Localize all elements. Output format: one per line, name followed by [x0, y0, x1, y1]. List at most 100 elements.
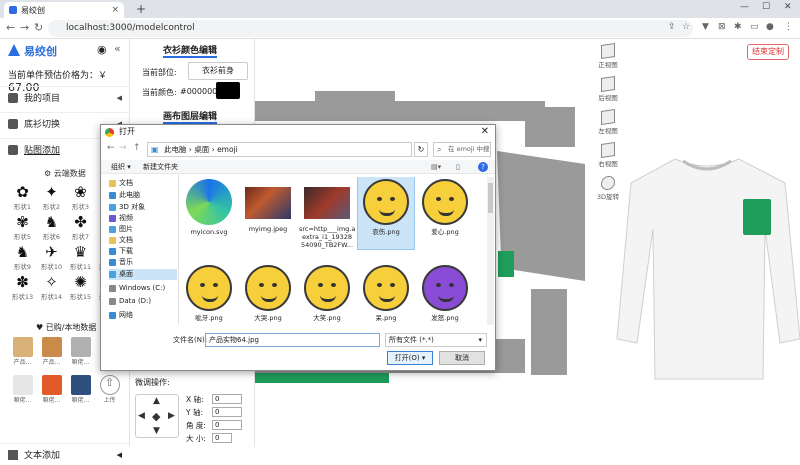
size-input[interactable]: 0 [212, 433, 232, 443]
cloud-shape-item[interactable]: ✿ 形状1 [8, 183, 37, 211]
organize-button[interactable]: 组织 ▾ [111, 160, 131, 174]
sidebar-icon[interactable]: ▭ [750, 22, 759, 32]
tree-item[interactable]: 下载 [109, 246, 133, 257]
filetype-select[interactable]: 所有文件 (*.*) ▾ [385, 333, 487, 347]
puzzle-icon[interactable]: ✱ [734, 22, 742, 32]
arrow-up-icon[interactable]: ▲ [153, 396, 160, 406]
arrow-left-icon[interactable]: ◀ [138, 411, 145, 421]
cloud-shape-item[interactable]: ✽ 形状13 [8, 273, 37, 301]
minimize-icon[interactable]: — [740, 2, 749, 12]
file-item[interactable]: 发怒.png [417, 263, 473, 325]
path-part[interactable]: emoji [217, 145, 238, 154]
arrow-down-icon[interactable]: ▼ [153, 426, 160, 436]
color-swatch[interactable] [216, 82, 240, 99]
file-item[interactable]: 爱心.png [417, 177, 473, 249]
cloud-shape-item[interactable]: ✈ 形状10 [37, 243, 66, 271]
cloud-shape-item[interactable]: ♛ 形状11 [66, 243, 95, 271]
browser-tab[interactable]: 易绞创 × [4, 2, 124, 18]
cloud-shape-item[interactable]: ✧ 形状14 [37, 273, 66, 301]
direction-pad[interactable]: ▲ ▼ ◀ ▶ ◆ [135, 394, 179, 438]
local-image-item[interactable]: 嘛佬... [8, 375, 37, 409]
part-field[interactable]: 衣衫前身 [188, 62, 248, 80]
file-item[interactable]: 大哭.png [240, 263, 296, 325]
file-item[interactable]: myicon.svg [181, 177, 237, 249]
file-item[interactable]: 呲牙.png [181, 263, 237, 325]
close-icon[interactable]: ✕ [481, 125, 489, 139]
file-item[interactable]: myimg.jpeg [240, 177, 296, 249]
upload-button[interactable]: ⇧ 上传 [95, 375, 124, 409]
arrow-right-icon[interactable]: ▶ [168, 411, 175, 421]
front-view-button[interactable]: 正视图 [595, 43, 621, 69]
local-image-item[interactable]: 嘛佬... [66, 337, 95, 371]
cloud-shape-item[interactable]: ♞ 形状9 [8, 243, 37, 271]
back-view-button[interactable]: 后视图 [595, 76, 621, 102]
cloud-shape-item[interactable]: ✾ 形状5 [8, 213, 37, 241]
path-field[interactable]: ▣ 此电脑 › 桌面 › emoji [147, 142, 412, 157]
end-customize-button[interactable]: 结束定制 [747, 44, 789, 60]
star-icon[interactable]: ☆ [682, 22, 690, 32]
cloud-shape-item[interactable]: ♞ 形状6 [37, 213, 66, 241]
open-button[interactable]: 打开(O) ▾ [387, 351, 433, 365]
cloud-shape-item[interactable]: ✺ 形状15 [66, 273, 95, 301]
path-part[interactable]: 桌面 [194, 145, 209, 154]
new-tab-button[interactable]: + [136, 2, 146, 16]
help-icon[interactable]: ? [478, 162, 488, 172]
path-part[interactable]: 此电脑 [164, 145, 187, 154]
center-icon[interactable]: ◆ [152, 410, 160, 423]
close-tab-icon[interactable]: × [111, 5, 119, 15]
url-field[interactable]: localhost:3000/modelcontrol [48, 20, 693, 37]
menu-icon[interactable]: ⋮ [784, 22, 793, 32]
refresh-icon[interactable]: ↻ [414, 142, 428, 157]
angle-input[interactable]: 0 [212, 420, 242, 430]
file-item[interactable]: 大笑.png [299, 263, 355, 325]
view-mode-icon[interactable]: ▤▾ [431, 160, 441, 174]
back-icon[interactable]: ← [6, 21, 15, 34]
y-axis-input[interactable]: 0 [212, 407, 242, 417]
file-item[interactable]: 呆.png [358, 263, 414, 325]
reload-icon[interactable]: ↻ [34, 21, 43, 34]
back-icon[interactable]: ← [107, 143, 115, 153]
tree-item[interactable]: 网络 [109, 310, 133, 321]
local-image-item[interactable]: 嘛佬... [66, 375, 95, 409]
tree-item[interactable]: 文档 [109, 178, 133, 189]
tree-item[interactable]: Windows (C:) [109, 283, 165, 294]
profile-icon[interactable]: ● [766, 22, 774, 32]
file-item[interactable]: src=http___img.alicdn.com_img extra_i1_1… [299, 177, 355, 249]
tree-item[interactable]: 文档 [109, 235, 133, 246]
x-axis-input[interactable]: 0 [212, 394, 242, 404]
share-icon[interactable]: ⇪ [668, 22, 676, 32]
tree-item[interactable]: 图片 [109, 224, 133, 235]
tree-item[interactable]: 桌面 [109, 269, 177, 280]
tree-item[interactable]: 视频 [109, 213, 133, 224]
file-item[interactable]: 哀伤.png [357, 177, 415, 250]
scrollbar[interactable] [487, 177, 494, 325]
tree-item[interactable]: Data (D:) [109, 296, 151, 307]
filename-input[interactable]: 产品实物64.jpg [205, 333, 380, 347]
menu-my-projects[interactable]: 我的项目 ◀ [0, 86, 130, 108]
cloud-shape-item[interactable]: ❀ 形状3 [66, 183, 95, 211]
new-folder-button[interactable]: 新建文件夹 [143, 160, 178, 174]
local-image-item[interactable]: 产品... [8, 337, 37, 371]
up-icon[interactable]: ↑ [133, 143, 141, 153]
extension2-icon[interactable]: ⊠ [718, 22, 726, 32]
menu-text-add[interactable]: 文本添加 ◀ [0, 443, 130, 465]
local-image-item[interactable]: 嘛佬... [37, 375, 66, 409]
dialog-search-input[interactable]: ⌕ 在 emoji 中搜索 [433, 142, 491, 157]
tree-item[interactable]: 此电脑 [109, 190, 140, 201]
cloud-shape-item[interactable]: ✦ 形状2 [37, 183, 66, 211]
tree-item[interactable]: 3D 对象 [109, 202, 145, 213]
local-image-item[interactable]: 产品... [37, 337, 66, 371]
left-view-button[interactable]: 左视图 [595, 109, 621, 135]
forward-icon[interactable]: → [119, 143, 127, 153]
settings-icon[interactable]: ◉ [97, 43, 107, 56]
extension-icon[interactable]: ▼ [702, 22, 709, 32]
forward-icon[interactable]: → [20, 21, 29, 34]
cloud-shape-item[interactable]: ✤ 形状7 [66, 213, 95, 241]
preview-pane-icon[interactable]: ▯ [456, 160, 460, 174]
collapse-icon[interactable]: « [114, 42, 121, 55]
cancel-button[interactable]: 取消 [439, 351, 485, 365]
tree-item[interactable]: 音乐 [109, 257, 133, 268]
close-window-icon[interactable]: ✕ [784, 2, 792, 12]
shirt-3d-model[interactable] [615, 139, 800, 389]
scrollbar-thumb[interactable] [488, 183, 493, 213]
